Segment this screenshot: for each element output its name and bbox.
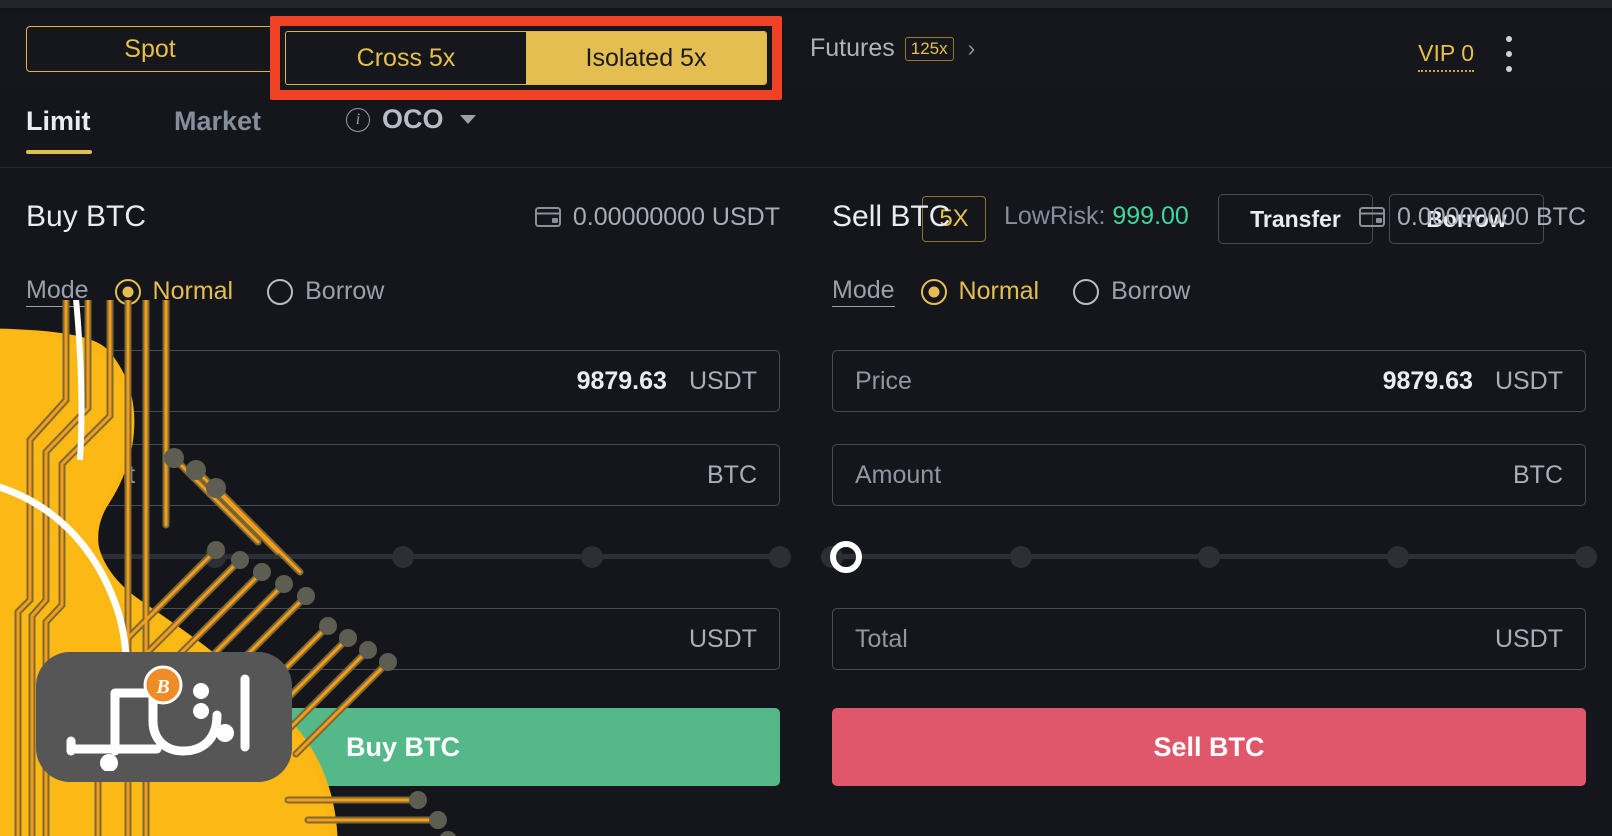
cross-margin-button[interactable]: Cross 5x bbox=[286, 32, 526, 84]
sell-submit-button[interactable]: Sell BTC bbox=[832, 708, 1586, 786]
buy-slider-stop-100[interactable] bbox=[769, 546, 791, 568]
buy-available-balance: 0.00000000 USDT bbox=[534, 202, 780, 232]
order-type-bar: Limit Market i OCO 5X LowRisk: 999.00 Tr… bbox=[0, 90, 1612, 244]
sell-total-placeholder: Total bbox=[855, 624, 908, 653]
chevron-right-icon: › bbox=[967, 35, 976, 61]
sell-slider-stop-50[interactable] bbox=[1198, 546, 1220, 568]
spot-mode-button[interactable]: Spot bbox=[26, 26, 274, 72]
buy-mode-borrow-option[interactable]: Borrow bbox=[267, 277, 384, 306]
buy-amount-unit: BTC bbox=[707, 460, 757, 489]
sell-total-unit: USDT bbox=[1494, 624, 1563, 653]
buy-amount-field[interactable]: Amount BTC bbox=[26, 444, 780, 506]
tab-market-label: Market bbox=[174, 106, 262, 136]
buy-slider-stop-75[interactable] bbox=[580, 546, 603, 568]
kebab-dot-2 bbox=[1506, 51, 1512, 57]
sell-mode-borrow-radio[interactable] bbox=[1073, 278, 1100, 305]
sell-mode-borrow-label: Borrow bbox=[1111, 277, 1191, 305]
buy-mode-borrow-label: Borrow bbox=[305, 277, 385, 305]
sell-mode-normal-label: Normal bbox=[958, 277, 1040, 305]
buy-price-value: 9879.63 bbox=[576, 366, 667, 395]
wallet-icon bbox=[1358, 207, 1385, 227]
buy-panel-header: Buy BTC 0.00000000 USDT bbox=[26, 200, 780, 234]
buy-mode-normal-radio[interactable] bbox=[114, 278, 141, 305]
buy-mode-link[interactable]: Mode bbox=[26, 276, 89, 307]
buy-amount-slider[interactable] bbox=[10, 536, 791, 576]
buy-slider-stop-50[interactable] bbox=[392, 546, 414, 568]
buy-total-placeholder: Total bbox=[49, 624, 102, 653]
sell-price-placeholder: Price bbox=[855, 366, 912, 395]
futures-leverage-badge: 125x bbox=[904, 36, 954, 61]
sell-mode-normal-option[interactable]: Normal bbox=[920, 277, 1040, 306]
buy-submit-button[interactable]: Buy BTC bbox=[26, 708, 780, 786]
sell-mode-row: Mode Normal Borrow bbox=[832, 276, 1224, 307]
isolated-margin-button[interactable]: Isolated 5x bbox=[526, 32, 766, 84]
sell-mode-borrow-option[interactable]: Borrow bbox=[1073, 277, 1190, 306]
sell-panel: Sell BTC 0.00000000 BTC Mode Normal Borr… bbox=[806, 168, 1612, 836]
buy-price-unit: USDT bbox=[688, 366, 757, 395]
kebab-dot-3 bbox=[1506, 66, 1512, 72]
sell-amount-slider[interactable] bbox=[821, 536, 1597, 576]
sell-amount-placeholder: Amount bbox=[855, 460, 942, 489]
sell-slider-stop-75[interactable] bbox=[1386, 546, 1409, 568]
buy-amount-placeholder: Amount bbox=[49, 460, 136, 489]
tab-market[interactable]: Market bbox=[174, 106, 261, 137]
margin-mode-toggle-group[interactable]: Cross 5x Isolated 5x bbox=[285, 31, 767, 85]
buy-total-field[interactable]: Total USDT bbox=[26, 608, 780, 670]
tab-oco[interactable]: i OCO bbox=[346, 104, 476, 135]
futures-link[interactable]: Futures 125x › bbox=[810, 34, 975, 63]
spot-mode-label: Spot bbox=[124, 34, 176, 63]
wallet-icon bbox=[534, 207, 561, 227]
sell-mode-link[interactable]: Mode bbox=[832, 276, 895, 307]
sell-mode-normal-radio[interactable] bbox=[920, 278, 947, 305]
buy-price-field[interactable]: Price 9879.63 USDT bbox=[26, 350, 780, 412]
sell-slider-stop-100[interactable] bbox=[1575, 546, 1597, 568]
sell-price-field[interactable]: Price 9879.63 USDT bbox=[832, 350, 1586, 412]
sell-amount-unit: BTC bbox=[1513, 460, 1563, 489]
sell-price-unit: USDT bbox=[1494, 366, 1563, 395]
buy-balance-text: 0.00000000 USDT bbox=[572, 202, 780, 231]
tab-limit[interactable]: Limit bbox=[26, 106, 91, 137]
tab-limit-label: Limit bbox=[26, 106, 91, 136]
buy-panel-title: Buy BTC bbox=[26, 200, 147, 233]
buy-panel: Buy BTC 0.00000000 USDT Mode Normal Borr… bbox=[0, 168, 806, 836]
futures-label: Futures bbox=[810, 34, 895, 62]
buy-slider-stop-25[interactable] bbox=[203, 546, 226, 568]
buy-submit-label: Buy BTC bbox=[346, 731, 460, 762]
cross-margin-label: Cross 5x bbox=[356, 43, 456, 72]
sell-slider-stop-25[interactable] bbox=[1009, 546, 1032, 568]
buy-price-placeholder: Price bbox=[49, 366, 106, 395]
buy-mode-borrow-radio[interactable] bbox=[267, 278, 294, 305]
kebab-dot-1 bbox=[1506, 36, 1512, 42]
vip-level-link[interactable]: VIP 0 bbox=[1418, 40, 1474, 72]
info-icon: i bbox=[346, 107, 370, 132]
sell-balance-text: 0.00000000 BTC bbox=[1396, 202, 1586, 231]
buy-mode-row: Mode Normal Borrow bbox=[26, 276, 418, 307]
sell-panel-header: Sell BTC 0.00000000 BTC bbox=[832, 200, 1586, 234]
vip-level-label: VIP 0 bbox=[1418, 40, 1474, 66]
buy-slider-handle[interactable] bbox=[10, 541, 42, 573]
sell-slider-handle[interactable] bbox=[829, 541, 862, 573]
sell-total-field[interactable]: Total USDT bbox=[832, 608, 1586, 670]
buy-mode-normal-label: Normal bbox=[152, 277, 234, 305]
more-options-icon[interactable] bbox=[1498, 36, 1520, 72]
account-mode-bar: Spot Cross 5x Isolated 5x Futures 125x ›… bbox=[0, 12, 1612, 100]
active-tab-underline bbox=[26, 150, 92, 154]
buy-total-unit: USDT bbox=[688, 624, 757, 653]
top-edge-strip bbox=[0, 0, 1612, 8]
sell-price-value: 9879.63 bbox=[1382, 366, 1473, 395]
isolated-margin-label: Isolated 5x bbox=[585, 43, 707, 72]
trading-order-form: Spot Cross 5x Isolated 5x Futures 125x ›… bbox=[0, 0, 1612, 836]
sell-amount-field[interactable]: Amount BTC bbox=[832, 444, 1586, 506]
sell-submit-label: Sell BTC bbox=[1153, 731, 1265, 762]
chevron-down-icon bbox=[459, 115, 476, 124]
sell-panel-title: Sell BTC bbox=[832, 200, 951, 233]
buy-mode-normal-option[interactable]: Normal bbox=[114, 277, 234, 306]
tab-oco-label: OCO bbox=[382, 104, 444, 134]
sell-available-balance: 0.00000000 BTC bbox=[1358, 202, 1586, 232]
